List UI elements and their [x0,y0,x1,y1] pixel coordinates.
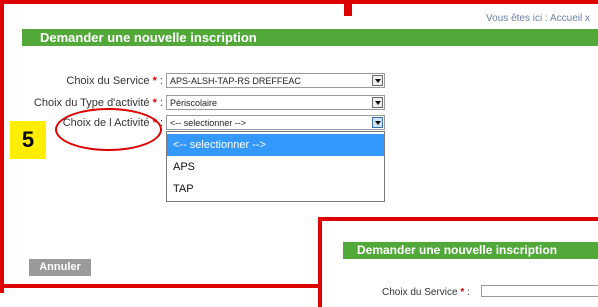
dropdown-option-tap[interactable]: TAP [167,178,384,200]
annotation-frame-notch [344,0,352,16]
activite-select[interactable]: <-- selectionner --> [166,115,385,130]
service-select[interactable]: APS-ALSH-TAP-RS DREFFEAC [166,73,385,88]
cancel-button[interactable]: Annuler [29,259,91,276]
type-activite-label: Choix du Type d'activité * : [34,97,163,109]
next-step-title: Demander une nouvelle inscription [357,243,558,257]
annotation-frame-top [0,0,598,4]
annotation-circle [55,108,162,151]
breadcrumb: Vous êtes ici : Accueil x [486,13,590,24]
dropdown-option-aps[interactable]: APS [167,156,384,178]
activite-dropdown-list: <-- selectionner --> APS TAP [166,131,385,202]
next-step-service-select [481,285,598,297]
annotation-frame-left [0,0,4,293]
page-title-bar: Demander une nouvelle inscription [22,29,598,46]
required-marker: * [152,97,157,109]
service-label-text: Choix du Service [66,75,150,87]
type-activite-select-value: Périscolaire [170,98,218,108]
chevron-down-icon[interactable] [372,97,383,108]
type-activite-label-text: Choix du Type d'activité [33,97,150,109]
page-title: Demander une nouvelle inscription [40,30,257,45]
chevron-down-icon[interactable] [372,75,383,86]
label-colon: : [159,75,163,87]
annotation-frame-bottom [0,284,340,288]
required-marker: * [152,75,157,87]
step-number-badge: 5 [10,121,46,159]
type-activite-select[interactable]: Périscolaire [166,95,385,110]
service-select-value: APS-ALSH-TAP-RS DREFFEAC [170,76,301,86]
label-colon: : [159,97,163,109]
dropdown-option-selectionner[interactable]: <-- selectionner --> [167,134,384,156]
activite-select-value: <-- selectionner --> [170,118,247,128]
service-label: Choix du Service * : [66,75,163,87]
chevron-down-icon[interactable] [372,117,383,128]
next-step-title-bar: Demander une nouvelle inscription [343,242,598,259]
